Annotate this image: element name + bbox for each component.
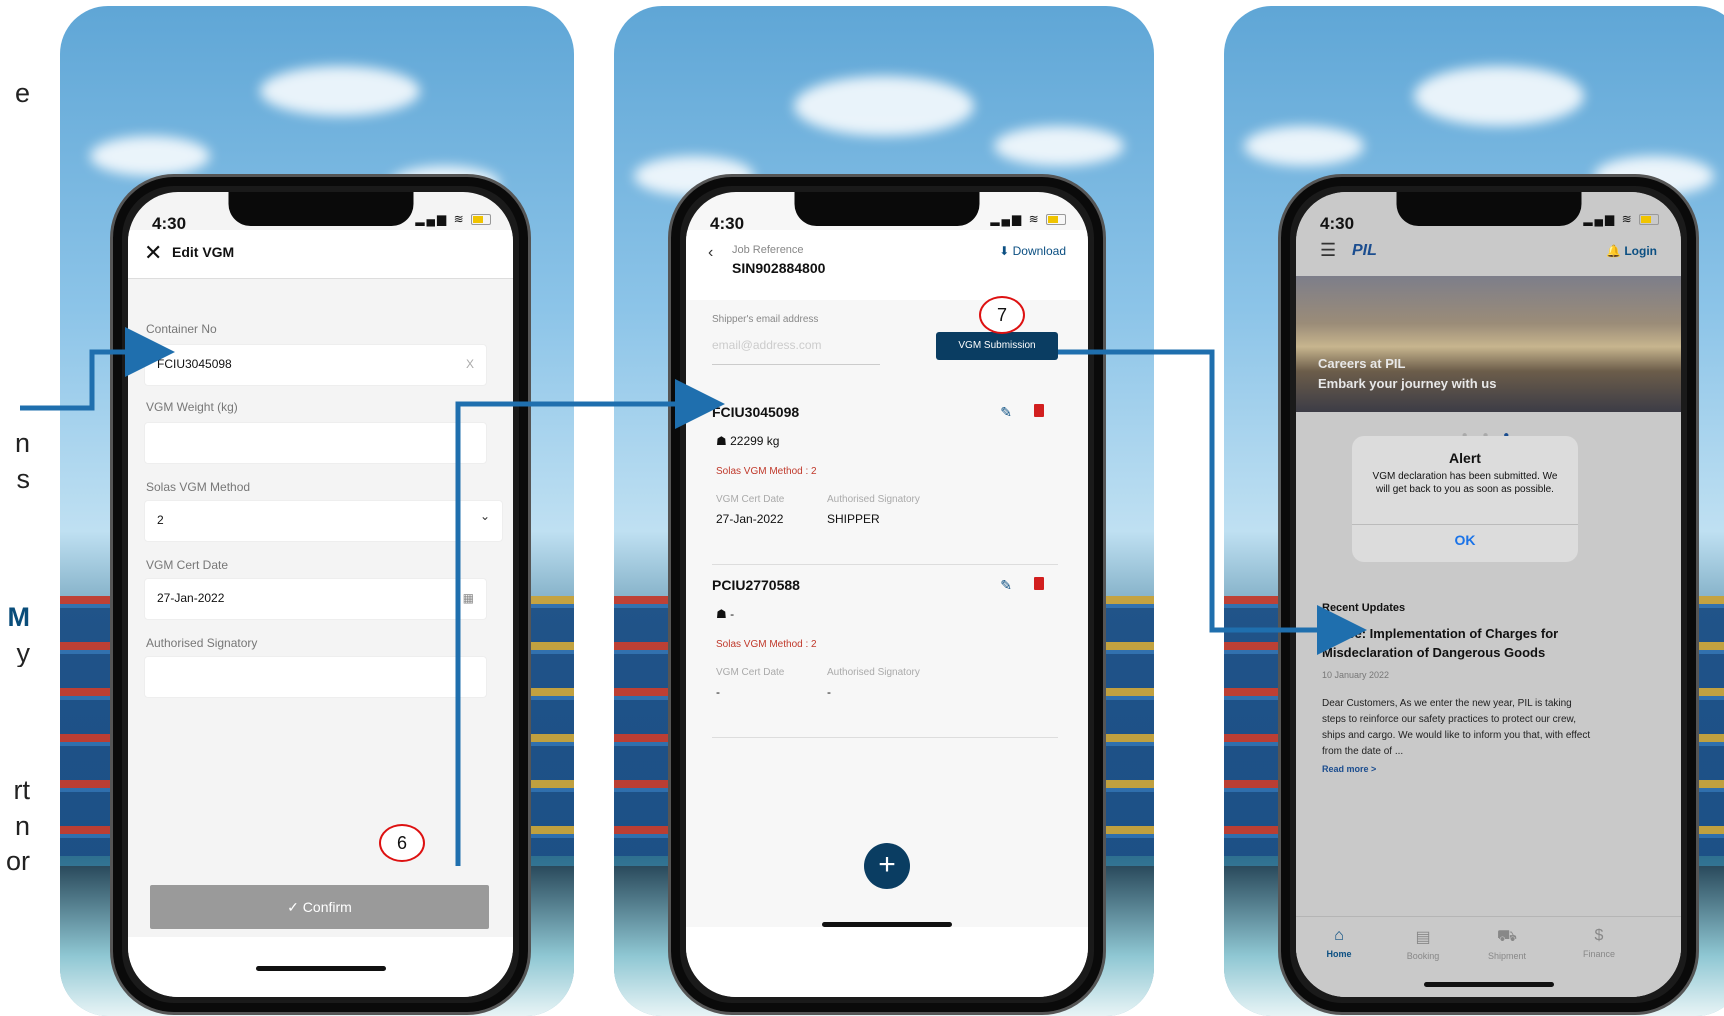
connector-confirm-to-list	[455, 379, 725, 866]
flow-connectors	[20, 327, 1367, 866]
connector-submit-to-alert	[1058, 349, 1367, 655]
connector-to-container-field	[20, 327, 175, 411]
step-marker-7: 7	[979, 296, 1025, 334]
step-marker-6: 6	[379, 824, 425, 862]
